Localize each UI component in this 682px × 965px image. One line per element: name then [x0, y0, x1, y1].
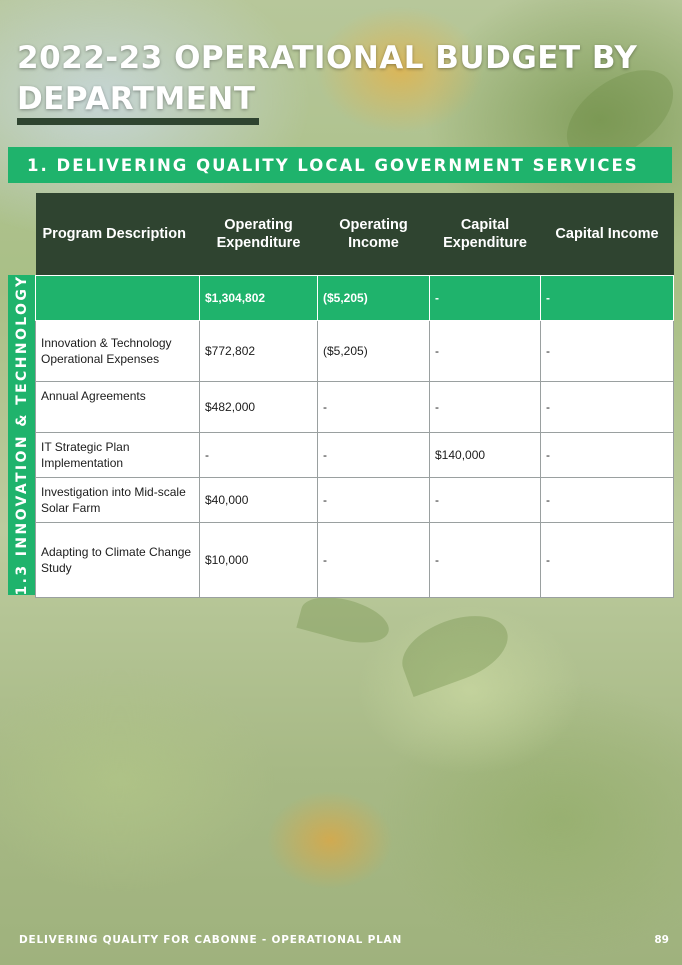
table-cell: - [429, 275, 541, 321]
table-cell: $482,000 [199, 381, 318, 433]
table-cell: - [429, 320, 541, 382]
table-cell: ($5,205) [317, 320, 430, 382]
table-cell: IT Strategic Plan Implementation [35, 432, 200, 478]
table-row: Innovation & Technology Operational Expe… [35, 320, 674, 382]
page-title: 2022-23 OPERATIONAL BUDGET BY DEPARTMENT [17, 40, 638, 117]
table-cell: $772,802 [199, 320, 318, 382]
background-leaf [393, 602, 517, 698]
table-cell: - [429, 522, 541, 598]
table-cell: - [317, 381, 430, 433]
table-row: Adapting to Climate Change Study $10,000… [35, 522, 674, 598]
table-row: Annual Agreements $482,000 - - - [35, 381, 674, 433]
table-cell: Innovation & Technology Operational Expe… [35, 320, 200, 382]
footer-document-title: DELIVERING QUALITY FOR CABONNE - OPERATI… [19, 934, 403, 946]
table-cell: - [317, 522, 430, 598]
column-header: Program Description [35, 193, 200, 276]
table-cell [35, 275, 200, 321]
column-header: Capital Expenditure [429, 193, 541, 276]
table-cell: - [317, 432, 430, 478]
title-underline [17, 118, 259, 125]
section-heading-bar: 1. DELIVERING QUALITY LOCAL GOVERNMENT S… [8, 147, 672, 183]
table-cell: $40,000 [199, 477, 318, 523]
table-cell: - [540, 381, 674, 433]
table-cell: - [540, 275, 674, 321]
table-cell: - [429, 381, 541, 433]
background-leaf [296, 589, 394, 651]
page-number: 89 [654, 934, 669, 946]
budget-table: Program Description Operating Expenditur… [35, 193, 674, 598]
table-cell: - [540, 320, 674, 382]
table-cell: - [429, 477, 541, 523]
table-row: Investigation into Mid-scale Solar Farm … [35, 477, 674, 523]
table-cell: - [317, 477, 430, 523]
table-cell: ($5,205) [317, 275, 430, 321]
table-cell: - [540, 477, 674, 523]
column-header: Capital Income [540, 193, 674, 276]
table-cell: $10,000 [199, 522, 318, 598]
table-header-row: Program Description Operating Expenditur… [35, 193, 674, 276]
table-cell: - [540, 522, 674, 598]
table-row: IT Strategic Plan Implementation - - $14… [35, 432, 674, 478]
table-cell: Annual Agreements [35, 381, 200, 433]
table-cell: Investigation into Mid-scale Solar Farm [35, 477, 200, 523]
table-cell: Adapting to Climate Change Study [35, 522, 200, 598]
column-header: Operating Expenditure [199, 193, 318, 276]
table-cell: $140,000 [429, 432, 541, 478]
total-row: $1,304,802 ($5,205) - - [35, 275, 674, 321]
budget-table-container: 1.3 INNOVATION & TECHNOLOGY Program Desc… [8, 193, 674, 598]
category-side-label: 1.3 INNOVATION & TECHNOLOGY [8, 275, 35, 595]
table-cell: - [199, 432, 318, 478]
section-heading: 1. DELIVERING QUALITY LOCAL GOVERNMENT S… [27, 155, 639, 175]
category-side-label-text: 1.3 INNOVATION & TECHNOLOGY [13, 275, 30, 595]
table-cell: - [540, 432, 674, 478]
column-header: Operating Income [317, 193, 430, 276]
table-cell: $1,304,802 [199, 275, 318, 321]
